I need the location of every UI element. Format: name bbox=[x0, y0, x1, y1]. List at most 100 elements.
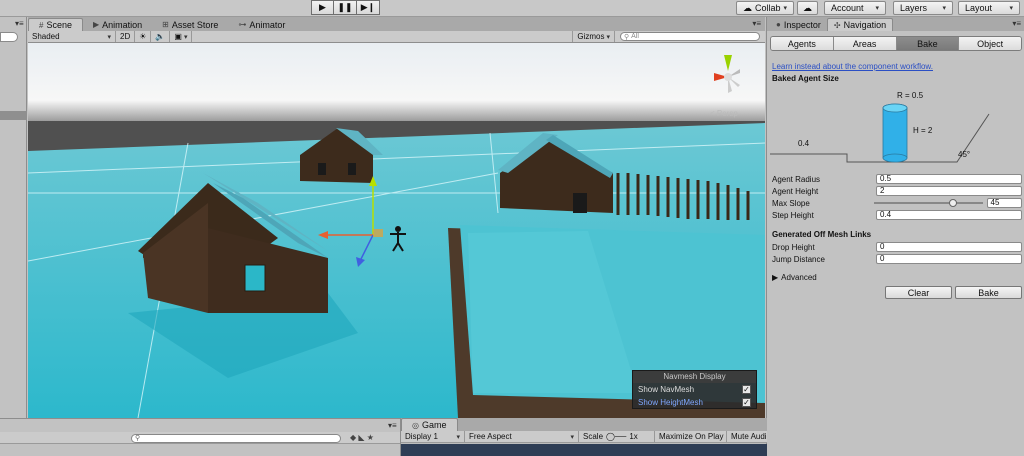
tab-inspector[interactable]: ● Inspector bbox=[770, 18, 827, 31]
chevron-down-icon: ▾ bbox=[570, 433, 574, 441]
show-navmesh-row[interactable]: Show NavMesh ✓ bbox=[633, 383, 756, 396]
display-dropdown[interactable]: Display 1 ▾ bbox=[401, 431, 465, 442]
game-toolbar: Display 1 ▾ Free Aspect ▾ Scale ◯── 1x M… bbox=[401, 431, 767, 443]
filter-icons[interactable]: ◆ ◣ ★ bbox=[350, 433, 374, 442]
animation-icon: ▶ bbox=[92, 20, 100, 29]
game-panel: ◎ Game Display 1 ▾ Free Aspect ▾ Scale ◯… bbox=[400, 418, 767, 456]
play-button[interactable]: ▶ bbox=[311, 0, 334, 15]
chevron-down-icon: ▾ bbox=[783, 5, 788, 12]
play-controls: ▶ ❚❚ ▶❙ bbox=[311, 0, 380, 15]
animator-icon: ⊶ bbox=[238, 20, 247, 29]
panel-menu-icon[interactable]: ▾≡ bbox=[388, 421, 397, 430]
mode-object-button[interactable]: Object bbox=[959, 37, 1021, 50]
mode-areas-button[interactable]: Areas bbox=[833, 37, 897, 50]
max-slope-input[interactable]: 45 bbox=[986, 198, 1022, 208]
navmesh-display-title: Navmesh Display bbox=[633, 371, 756, 383]
chevron-down-icon: ▾ bbox=[107, 33, 111, 41]
tab-animation[interactable]: ▶ Animation bbox=[83, 18, 152, 31]
scene-icon: # bbox=[39, 20, 44, 30]
show-heightmesh-row[interactable]: Show HeightMesh ✓ bbox=[633, 396, 756, 409]
tab-asset-store[interactable]: ⊞ Asset Store bbox=[152, 18, 228, 31]
toggle-2d-button[interactable]: 2D bbox=[116, 31, 136, 42]
jump-distance-row: Jump Distance 0 bbox=[772, 254, 1022, 264]
persp-label[interactable]: < Persp bbox=[710, 109, 738, 118]
agent-radius-input[interactable]: 0.5 bbox=[876, 174, 1022, 184]
chevron-down-icon: ▾ bbox=[456, 433, 460, 441]
right-tabbar: ● Inspector ✣ Navigation ▾≡ bbox=[767, 17, 1024, 31]
mute-audio-toggle[interactable]: Mute Audio bbox=[727, 431, 767, 442]
tab-animator[interactable]: ⊶ Animator bbox=[228, 18, 295, 31]
game-view[interactable] bbox=[401, 444, 767, 456]
tab-navigation[interactable]: ✣ Navigation bbox=[826, 18, 894, 31]
search-icon: ⚲ bbox=[135, 435, 141, 442]
radius-label: R = 0.5 bbox=[897, 91, 924, 100]
info-icon: ● bbox=[776, 20, 781, 29]
foldout-arrow-icon: ▶ bbox=[772, 273, 779, 282]
search-icon: ⚲ bbox=[624, 33, 630, 41]
play-icon: ▶ bbox=[319, 2, 326, 12]
shading-dropdown[interactable]: Shaded ▾ bbox=[28, 31, 116, 42]
scene-search-input[interactable]: ⚲ All bbox=[620, 32, 760, 41]
gizmos-dropdown[interactable]: Gizmos ▾ bbox=[572, 31, 615, 42]
store-icon: ⊞ bbox=[162, 20, 169, 29]
agent-height-input[interactable]: 2 bbox=[876, 186, 1022, 196]
panel-menu-icon[interactable]: ▾≡ bbox=[752, 19, 761, 28]
main-toolbar: ▶ ❚❚ ▶❙ ☁ Collab ▾ ☁ Account ▾ Layers ▾ … bbox=[0, 0, 1024, 17]
chevron-down-icon: ▾ bbox=[875, 5, 879, 12]
gamepad-icon: ◎ bbox=[412, 420, 419, 430]
advanced-foldout[interactable]: ▶ Advanced bbox=[772, 273, 817, 282]
drop-height-input[interactable]: 0 bbox=[876, 242, 1022, 252]
nav-mode-tabs: Agents Areas Bake Object bbox=[770, 36, 1022, 51]
pause-icon: ❚❚ bbox=[337, 2, 353, 12]
chevron-down-icon: ▾ bbox=[183, 33, 188, 41]
layout-dropdown[interactable]: Layout ▾ bbox=[958, 1, 1020, 15]
image-icon: ▣ bbox=[174, 32, 182, 41]
jump-distance-input[interactable]: 0 bbox=[876, 254, 1022, 264]
hierarchy-panel: ▾≡ bbox=[0, 17, 27, 418]
show-navmesh-checkbox[interactable]: ✓ bbox=[742, 385, 751, 394]
tab-game[interactable]: ◎ Game bbox=[401, 418, 458, 431]
step-icon: ▶❙ bbox=[360, 2, 376, 12]
scene-viewport[interactable]: < Persp Navmesh Display Show NavMesh ✓ S… bbox=[28, 43, 765, 418]
maximize-on-play-toggle[interactable]: Maximize On Play bbox=[655, 431, 727, 442]
chevron-down-icon: ▾ bbox=[1009, 5, 1013, 12]
selected-row[interactable] bbox=[0, 111, 27, 120]
tab-scene[interactable]: # Scene bbox=[28, 18, 83, 31]
clear-button[interactable]: Clear bbox=[885, 286, 952, 299]
mode-agents-button[interactable]: Agents bbox=[771, 37, 834, 50]
layers-dropdown[interactable]: Layers ▾ bbox=[893, 1, 953, 15]
bake-button[interactable]: Bake bbox=[955, 286, 1022, 299]
project-panel: ▾≡ ⚲ ◆ ◣ ★ bbox=[0, 418, 400, 456]
max-slope-slider[interactable] bbox=[874, 198, 983, 208]
game-tabbar: ◎ Game bbox=[401, 418, 767, 431]
hierarchy-search-input[interactable] bbox=[0, 32, 18, 42]
drop-height-row: Drop Height 0 bbox=[772, 242, 1022, 252]
audio-toggle[interactable]: 🔈 bbox=[151, 31, 171, 42]
step-button[interactable]: ▶❙ bbox=[357, 0, 380, 15]
pause-button[interactable]: ❚❚ bbox=[334, 0, 357, 15]
scene-render: < Persp bbox=[28, 43, 765, 418]
aspect-dropdown[interactable]: Free Aspect ▾ bbox=[465, 431, 579, 442]
scale-control[interactable]: Scale ◯── 1x bbox=[579, 431, 655, 442]
panel-menu-icon[interactable]: ▾≡ bbox=[15, 19, 24, 28]
angle-label: 45° bbox=[958, 150, 971, 159]
sun-icon: ☀ bbox=[139, 32, 147, 41]
offmesh-title: Generated Off Mesh Links bbox=[772, 230, 872, 239]
lighting-toggle[interactable]: ☀ bbox=[135, 31, 152, 42]
agent-size-diagram: R = 0.5 H = 2 0.4 45° bbox=[767, 84, 1024, 174]
navigation-icon: ✣ bbox=[833, 20, 841, 30]
show-heightmesh-checkbox[interactable]: ✓ bbox=[742, 398, 751, 407]
chevron-down-icon: ▾ bbox=[942, 5, 946, 12]
account-dropdown[interactable]: Account ▾ bbox=[824, 1, 886, 15]
slider-thumb[interactable] bbox=[949, 199, 958, 207]
max-slope-row: Max Slope 45 bbox=[772, 198, 1022, 208]
workflow-link[interactable]: Learn instead about the component workfl… bbox=[772, 62, 933, 71]
cloud-button[interactable]: ☁ bbox=[797, 1, 818, 15]
collab-button[interactable]: ☁ Collab ▾ bbox=[736, 1, 795, 15]
scale-slider[interactable]: ◯── bbox=[606, 432, 626, 441]
project-search-input[interactable]: ⚲ bbox=[131, 434, 341, 443]
step-height-input[interactable]: 0.4 bbox=[876, 210, 1022, 220]
mode-bake-button[interactable]: Bake bbox=[896, 37, 960, 50]
effects-dropdown[interactable]: ▣ ▾ bbox=[170, 31, 193, 42]
panel-menu-icon[interactable]: ▾≡ bbox=[1012, 19, 1021, 28]
